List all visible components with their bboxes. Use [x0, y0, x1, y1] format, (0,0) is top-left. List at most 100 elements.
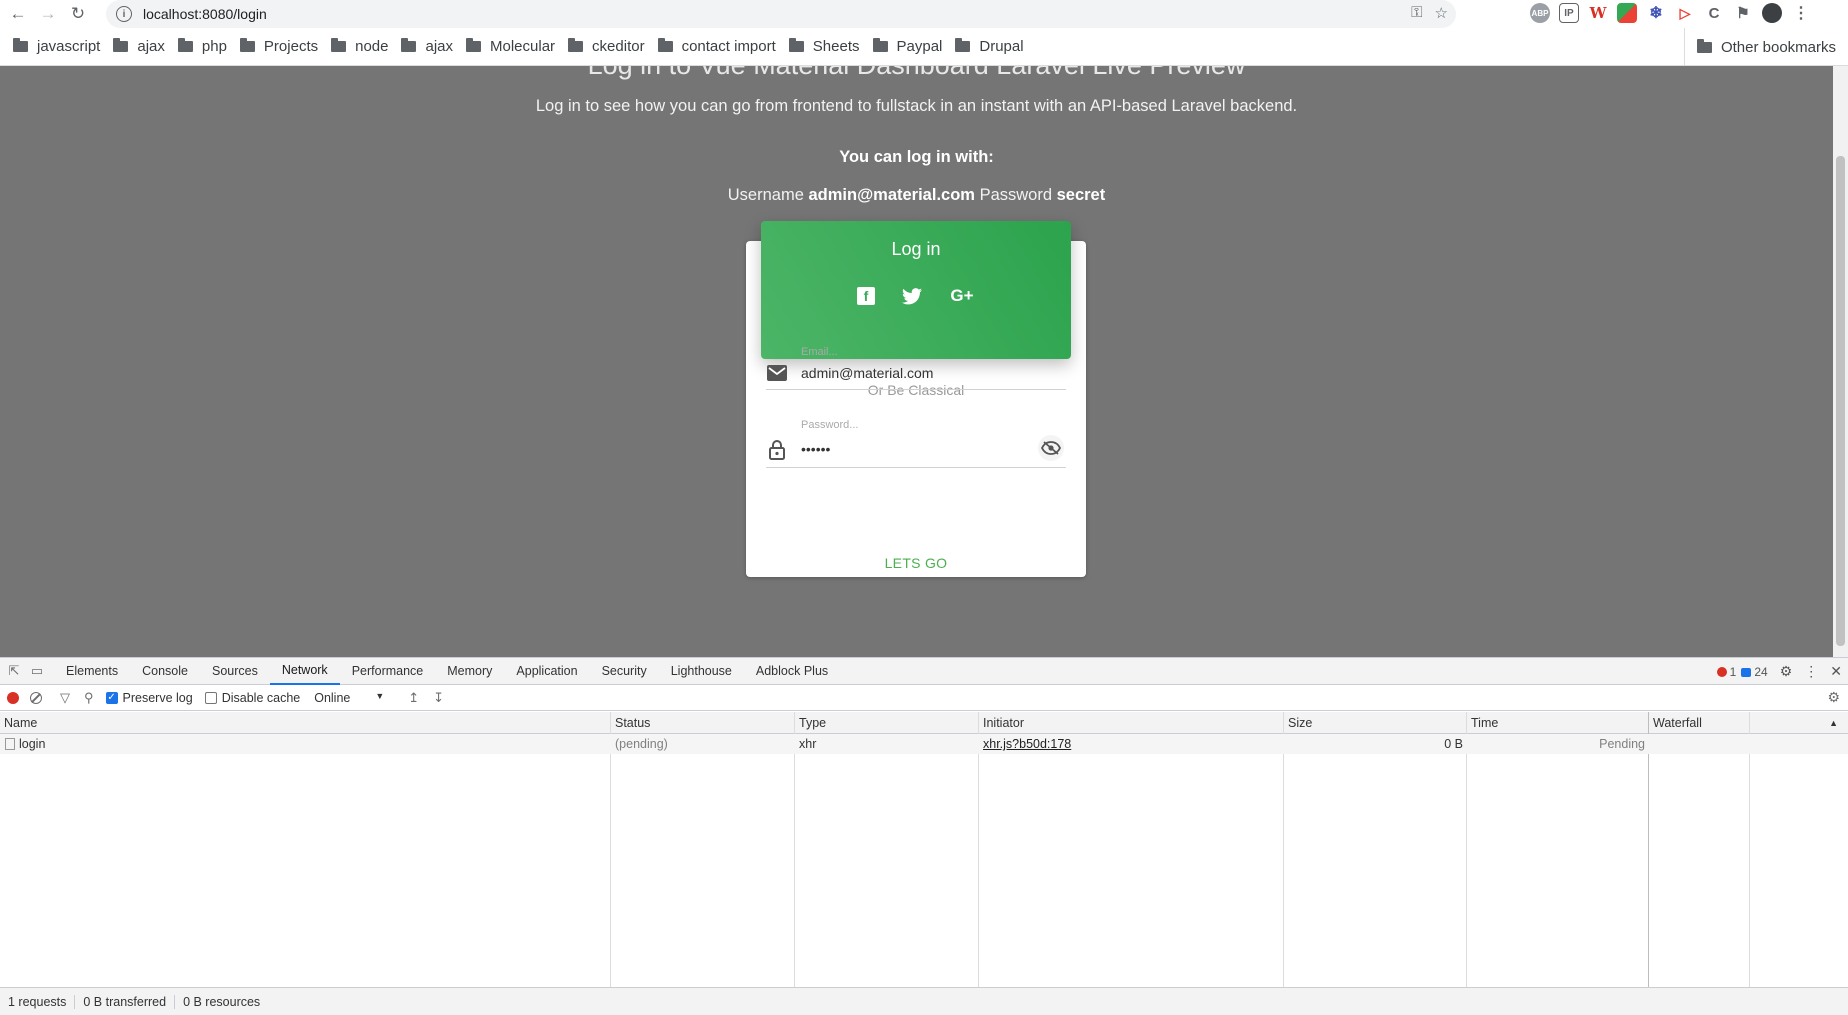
row-name-cell[interactable]: login — [0, 734, 45, 754]
row-type: xhr — [799, 737, 817, 751]
requests-count: 1 requests — [0, 994, 76, 1009]
reload-icon[interactable]: ↻ — [66, 2, 90, 26]
password-underline — [766, 467, 1066, 468]
network-settings-icon[interactable]: ⚙ — [1827, 689, 1840, 706]
tab-memory[interactable]: Memory — [435, 658, 504, 685]
bookmark-folder[interactable]: node — [331, 38, 388, 55]
tab-performance[interactable]: Performance — [340, 658, 436, 685]
inspect-element-icon[interactable]: ⇱ — [5, 662, 23, 680]
demo-password: secret — [1056, 186, 1106, 204]
folder-icon — [13, 38, 28, 52]
col-name[interactable]: Name — [0, 712, 611, 734]
preserve-log-checkbox[interactable]: ✓ Preserve log — [105, 691, 193, 705]
bookmark-folder[interactable]: Projects — [239, 38, 318, 55]
folder-icon — [1696, 38, 1712, 53]
demo-credentials: Username admin@material.com Password sec… — [727, 186, 1106, 204]
col-size[interactable]: Size — [1284, 712, 1467, 734]
dropdown-arrow-icon: ▼ — [375, 690, 385, 701]
key-icon[interactable]: ⚿ — [1411, 4, 1422, 22]
disable-cache-checkbox[interactable]: Disable cache — [204, 691, 300, 705]
scrollbar-thumb[interactable] — [1836, 156, 1845, 646]
extension-icons: ABP IP W ❄ ▷ C ⚑ ⋮ — [1530, 3, 1811, 23]
facebook-icon[interactable]: f — [857, 287, 875, 305]
throttling-select[interactable]: Online ▼ — [314, 691, 384, 705]
back-arrow-icon[interactable]: ← — [6, 2, 30, 26]
bookmark-folder[interactable]: Sheets — [788, 38, 860, 55]
checkbox-icon[interactable] — [204, 691, 217, 704]
site-info-icon[interactable]: i — [116, 6, 132, 22]
import-har-icon[interactable]: ↥ — [408, 690, 419, 706]
email-label: Email... — [801, 346, 838, 358]
tab-elements[interactable]: Elements — [54, 658, 130, 685]
other-bookmarks[interactable]: Other bookmarks — [1683, 28, 1836, 66]
password-input[interactable]: •••••• — [801, 441, 830, 457]
table-row[interactable]: login (pending) xhr xhr.js?b50d:178 0 B … — [0, 734, 1848, 754]
col-time[interactable]: Time — [1467, 712, 1649, 734]
bookmarks-bar: javascript ajax php Projects node ajax M… — [0, 28, 1848, 66]
forward-arrow-icon[interactable]: → — [36, 2, 60, 26]
folder-icon — [113, 38, 129, 52]
profile-avatar[interactable] — [1762, 3, 1782, 23]
search-icon[interactable]: ⚲ — [84, 690, 94, 706]
tab-console[interactable]: Console — [130, 658, 200, 685]
or-be-classical-text: Or Be Classical — [867, 382, 965, 398]
devtools-menu-icon[interactable]: ⋮ — [1804, 663, 1818, 680]
puzzle-extensions-icon[interactable]: ⚑ — [1733, 3, 1753, 23]
address-bar[interactable]: i localhost:8080/login ⚿ ☆ — [106, 0, 1456, 28]
tab-security[interactable]: Security — [590, 658, 659, 685]
col-type[interactable]: Type — [795, 712, 979, 734]
email-input[interactable]: admin@material.com — [801, 365, 933, 381]
tab-lighthouse[interactable]: Lighthouse — [659, 658, 744, 685]
card-title: Log in — [891, 239, 941, 259]
snowflake-extension-icon[interactable]: ❄ — [1646, 3, 1666, 23]
record-button[interactable] — [7, 691, 19, 704]
bookmark-folder[interactable]: Paypal — [872, 38, 942, 55]
network-requests-table: Name Status Type Initiator Size Time Wat… — [0, 712, 1848, 988]
bookmark-star-icon[interactable]: ☆ — [1435, 4, 1448, 22]
login-card-header: Log in f G+ — [761, 221, 1071, 359]
filter-icon[interactable]: ▽ — [60, 690, 70, 706]
error-icon — [1716, 666, 1727, 677]
bookmark-folder[interactable]: php — [177, 38, 227, 55]
tab-application[interactable]: Application — [504, 658, 589, 685]
row-initiator-link[interactable]: xhr.js?b50d:178 — [979, 734, 1071, 754]
col-status[interactable]: Status — [611, 712, 795, 734]
color-extension-icon[interactable] — [1617, 3, 1637, 23]
bookmark-folder[interactable]: Drupal — [955, 38, 1024, 55]
close-icon[interactable]: ✕ — [1830, 663, 1842, 680]
col-initiator[interactable]: Initiator — [979, 712, 1284, 734]
bookmark-folder[interactable]: ajax — [113, 38, 165, 55]
settings-gear-icon[interactable]: ⚙ — [1780, 663, 1793, 680]
w-extension-icon[interactable]: W — [1588, 3, 1608, 23]
url-text[interactable]: localhost:8080/login — [143, 6, 267, 22]
devtools-tab-bar: ⇱ ▭ Elements Console Sources Network Per… — [0, 658, 1848, 685]
menu-kebab-icon[interactable]: ⋮ — [1791, 3, 1811, 23]
bookmark-folder[interactable]: contact import — [657, 38, 776, 55]
envelope-icon — [766, 362, 788, 384]
ip-extension-icon[interactable]: IP — [1559, 3, 1579, 23]
export-har-icon[interactable]: ↧ — [433, 690, 444, 706]
lets-go-button[interactable]: LETS GO — [746, 555, 1086, 571]
device-toolbar-icon[interactable]: ▭ — [28, 662, 46, 680]
page-scrollbar[interactable] — [1833, 66, 1848, 657]
folder-icon — [872, 38, 888, 52]
bookmark-folder[interactable]: ckeditor — [568, 38, 645, 55]
c-extension-icon[interactable]: C — [1704, 3, 1724, 23]
checkbox-checked-icon[interactable]: ✓ — [105, 691, 118, 704]
transferred-size: 0 B transferred — [75, 994, 176, 1009]
google-plus-icon[interactable]: G+ — [949, 284, 975, 308]
demo-username: admin@material.com — [808, 186, 975, 204]
record-extension-icon[interactable]: ▷ — [1675, 3, 1695, 23]
twitter-icon[interactable] — [899, 284, 925, 308]
folder-icon — [331, 38, 347, 52]
tab-adblock-plus[interactable]: Adblock Plus — [744, 658, 840, 685]
tab-network[interactable]: Network — [269, 658, 340, 685]
bookmark-folder[interactable]: javascript — [13, 38, 100, 55]
issues-counter[interactable]: 1 24 — [1716, 665, 1768, 679]
clear-button[interactable] — [30, 691, 42, 704]
bookmark-folder[interactable]: ajax — [401, 38, 453, 55]
eye-off-icon[interactable] — [1038, 435, 1064, 461]
tab-sources[interactable]: Sources — [200, 658, 270, 685]
bookmark-folder[interactable]: Molecular — [466, 38, 555, 55]
adblock-extension-icon[interactable]: ABP — [1530, 3, 1550, 23]
